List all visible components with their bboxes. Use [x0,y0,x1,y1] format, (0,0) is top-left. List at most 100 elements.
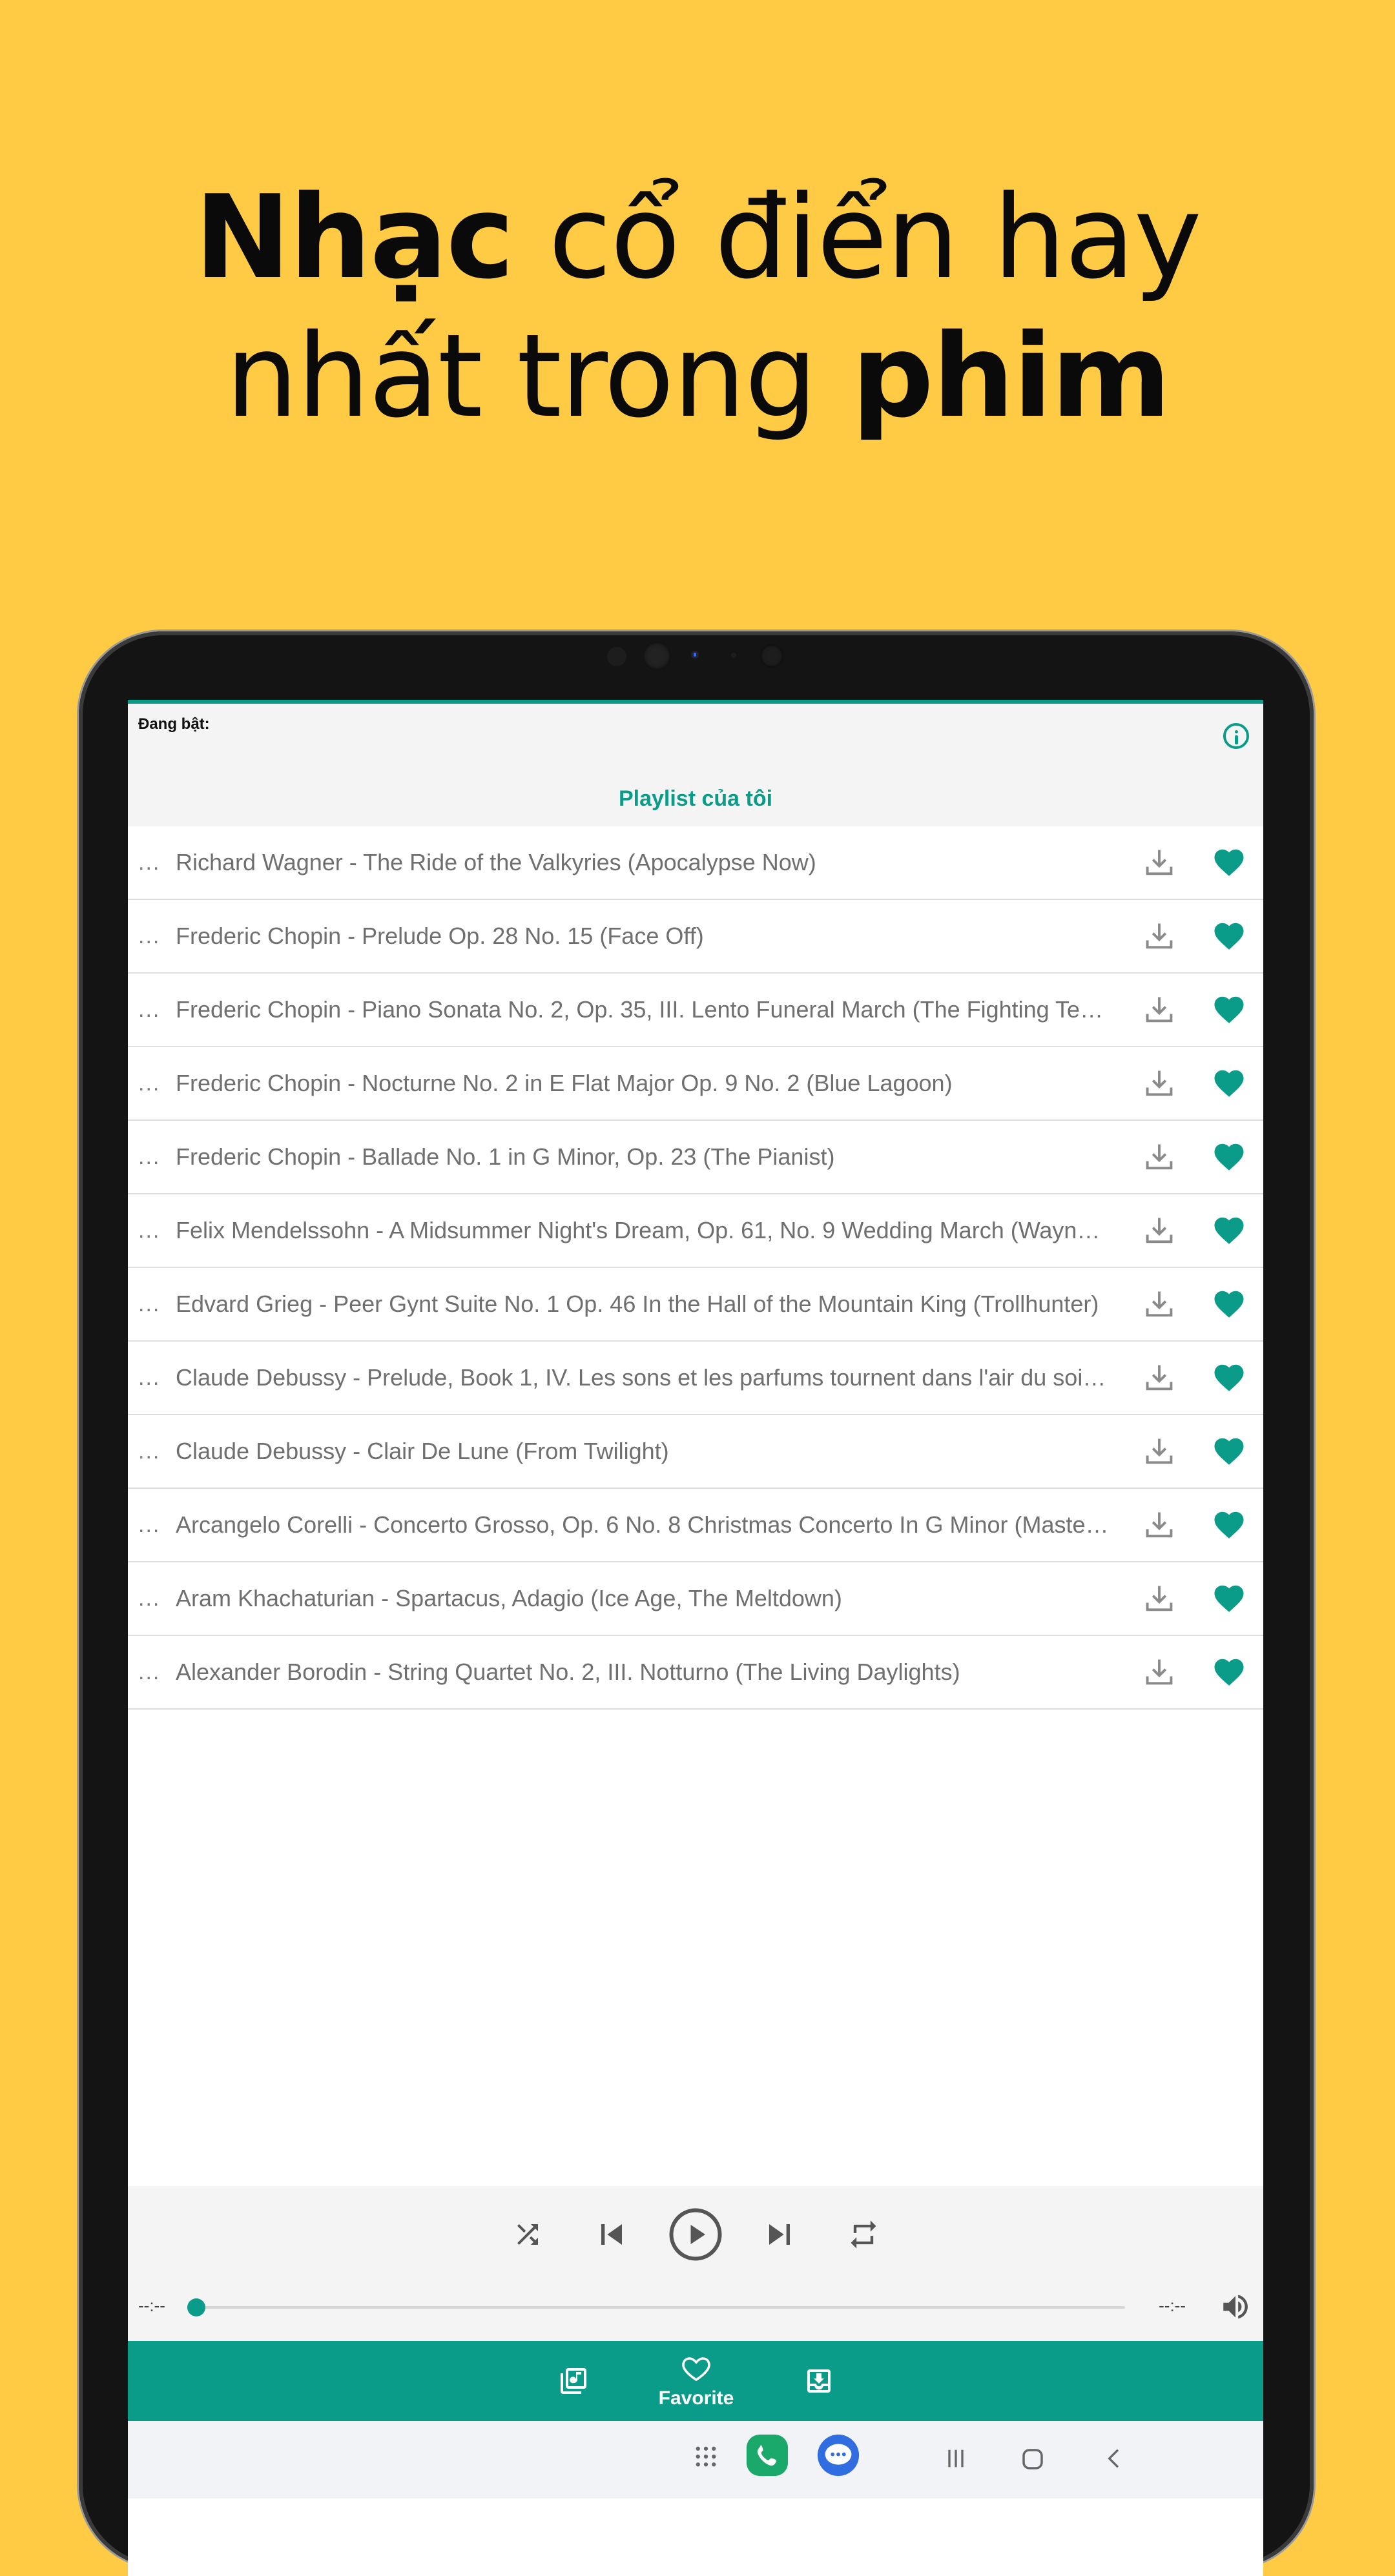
heart-icon[interactable] [1195,1508,1263,1542]
track-title: Richard Wagner - The Ride of the Valkyri… [176,849,816,875]
track-menu-icon[interactable]: ... [128,1218,176,1243]
heart-outline-icon [682,2357,710,2382]
download-icon[interactable] [1124,1582,1195,1615]
track-menu-icon[interactable]: ... [128,997,176,1023]
headline: Nhạc cổ điển hay nhất trong phim [0,168,1395,445]
heart-icon[interactable] [1195,992,1263,1027]
recent-apps-icon[interactable] [943,2446,969,2475]
track-menu-icon[interactable]: ... [128,850,176,875]
skip-next-icon[interactable] [750,2205,809,2264]
sensor-dot-icon [731,653,736,658]
bottom-tab-bar: Favorite [128,2341,1263,2421]
heart-icon[interactable] [1195,1213,1263,1248]
download-icon[interactable] [1124,1435,1195,1468]
now-playing-label: Đang bật: [138,715,210,733]
heart-icon[interactable] [1195,1434,1263,1469]
track-menu-icon[interactable]: ... [128,1660,176,1685]
download-icon[interactable] [1124,993,1195,1027]
track-row[interactable]: ... Claude Debussy - Clair De Lune (From … [128,1415,1263,1489]
shuffle-icon[interactable] [499,2205,557,2264]
download-icon[interactable] [1124,919,1195,953]
track-row[interactable]: ... Frederic Chopin - Nocturne No. 2 in E… [128,1047,1263,1121]
tab-favorite[interactable]: Favorite [645,2341,748,2421]
track-row[interactable]: ... Aram Khachaturian - Spartacus, Adagio… [128,1562,1263,1636]
player-panel: --:-- --:-- [128,2186,1263,2341]
track-title: Frederic Chopin - Prelude Op. 28 No. 15 … [176,923,704,949]
track-row[interactable]: ... Richard Wagner - The Ride of the Valk… [128,826,1263,900]
track-menu-icon[interactable]: ... [128,1071,176,1096]
back-icon[interactable] [1102,2446,1128,2475]
volume-icon[interactable] [1219,2291,1252,2326]
download-icon[interactable] [1124,1508,1195,1542]
track-row[interactable]: ... Edvard Grieg - Peer Gynt Suite No. 1 … [128,1268,1263,1342]
heart-icon[interactable] [1195,1066,1263,1101]
track-row[interactable]: ... Alexander Borodin - String Quartet No… [128,1636,1263,1710]
download-icon[interactable] [1124,1361,1195,1395]
heart-icon[interactable] [1195,1655,1263,1690]
track-row[interactable]: ... Frederic Chopin - Piano Sonata No. 2,… [128,974,1263,1047]
headline-bold-1: Nhạc [194,170,514,304]
download-icon[interactable] [1124,1140,1195,1174]
track-title: Edvard Grieg - Peer Gynt Suite No. 1 Op.… [176,1291,1099,1317]
indicator-light-icon [691,651,699,659]
track-row[interactable]: ... Frederic Chopin - Ballade No. 1 in G … [128,1121,1263,1194]
sensor-icon [760,644,783,668]
headline-bold-2: phim [851,309,1171,443]
track-row[interactable]: ... Frederic Chopin - Prelude Op. 28 No. … [128,900,1263,974]
heart-icon[interactable] [1195,919,1263,954]
track-title: Frederic Chopin - Nocturne No. 2 in E Fl… [176,1070,953,1096]
track-title: Claude Debussy - Prelude, Book 1, IV. Le… [176,1364,1124,1391]
download-icon[interactable] [1124,1067,1195,1100]
heart-icon[interactable] [1195,1360,1263,1395]
repeat-icon[interactable] [834,2205,893,2264]
track-list: ... Richard Wagner - The Ride of the Valk… [128,826,1263,1710]
track-menu-icon[interactable]: ... [128,1513,176,1538]
track-row[interactable]: ... Arcangelo Corelli - Concerto Grosso, … [128,1489,1263,1562]
sensor-icon [607,647,626,666]
phone-app-icon[interactable] [745,2433,790,2481]
camera-bar [79,631,1314,702]
headline-line-2: nhất trong phim [0,307,1395,445]
headline-text-2: nhất trong [225,309,852,443]
play-icon[interactable] [666,2205,725,2264]
messages-app-icon[interactable] [816,2433,861,2481]
track-title: Frederic Chopin - Ballade No. 1 in G Min… [176,1143,835,1170]
home-icon[interactable] [1019,2446,1046,2476]
elapsed-time: --:-- [138,2296,165,2315]
camera-icon [643,642,671,670]
track-menu-icon[interactable]: ... [128,1292,176,1317]
info-icon[interactable] [1223,723,1249,749]
download-box-icon [807,2369,831,2393]
seek-bar[interactable] [187,2298,1125,2316]
top-bar: Đang bật: Playlist của tôi [128,704,1263,826]
heart-icon[interactable] [1195,1581,1263,1616]
heart-icon[interactable] [1195,1140,1263,1174]
track-title: Frederic Chopin - Piano Sonata No. 2, Op… [176,996,1124,1023]
track-menu-icon[interactable]: ... [128,1365,176,1391]
download-icon[interactable] [1124,846,1195,879]
app-screen: Đang bật: Playlist của tôi ... Richard Wa… [128,700,1263,2576]
track-row[interactable]: ... Claude Debussy - Prelude, Book 1, IV.… [128,1342,1263,1415]
playlist-title: Playlist của tôi [618,786,773,811]
track-menu-icon[interactable]: ... [128,1145,176,1170]
tab-library[interactable] [541,2341,606,2421]
track-menu-icon[interactable]: ... [128,924,176,949]
download-icon[interactable] [1124,1287,1195,1321]
app-grid-icon[interactable] [692,2443,719,2473]
seek-handle[interactable] [187,2298,205,2316]
track-menu-icon[interactable]: ... [128,1586,176,1611]
tab-downloads[interactable] [787,2341,851,2421]
headline-line-1: Nhạc cổ điển hay [0,168,1395,307]
heart-icon[interactable] [1195,845,1263,880]
download-icon[interactable] [1124,1214,1195,1247]
music-library-icon [561,2368,586,2394]
track-title: Arcangelo Corelli - Concerto Grosso, Op.… [176,1511,1124,1538]
track-title: Claude Debussy - Clair De Lune (From Twi… [176,1438,669,1464]
track-row[interactable]: ... Felix Mendelssohn - A Midsummer Night… [128,1194,1263,1268]
heart-icon[interactable] [1195,1287,1263,1322]
progress-row: --:-- --:-- [128,2283,1263,2328]
track-menu-icon[interactable]: ... [128,1439,176,1464]
skip-previous-icon[interactable] [583,2205,641,2264]
track-title: Felix Mendelssohn - A Midsummer Night's … [176,1217,1119,1243]
download-icon[interactable] [1124,1655,1195,1689]
